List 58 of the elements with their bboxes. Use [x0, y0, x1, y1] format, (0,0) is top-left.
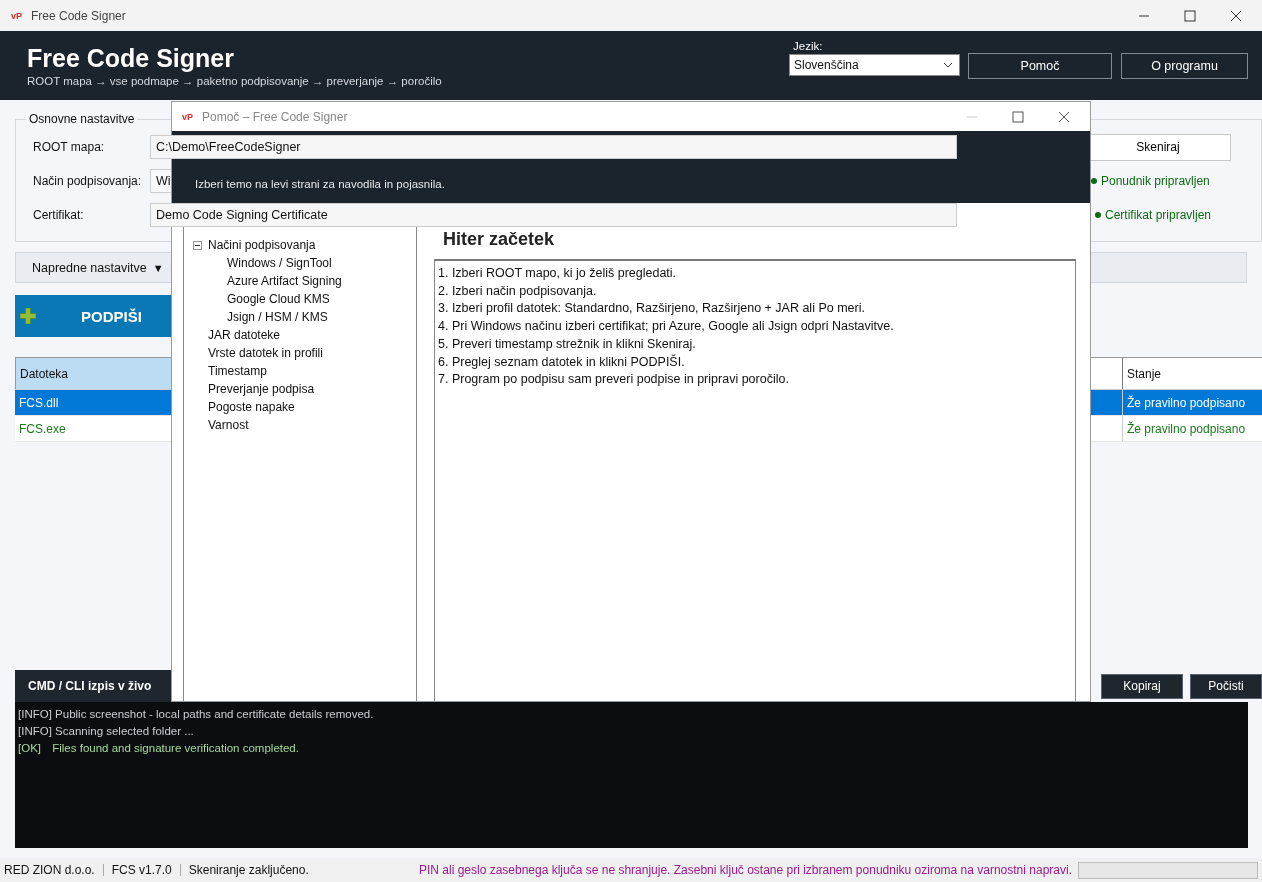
table-cell: Že pravilno podpisano	[1122, 416, 1262, 441]
app-logo: vP	[11, 10, 22, 21]
instruction-step: 5. Preveri timestamp strežnik in klikni Skeniraj.	[438, 335, 1072, 354]
field-label: Certifikat:	[33, 208, 85, 222]
status-text: Ponudnik pripravljen	[1101, 174, 1210, 188]
app-logo: vP	[182, 111, 193, 122]
log-tab[interactable]: CMD / CLI izpis v živo	[15, 670, 171, 702]
tree-item[interactable]: Timestamp	[208, 364, 267, 378]
instruction-step: 1. Izberi ROOT mapo, ki jo želiš pregledati.	[438, 265, 1072, 283]
language-label: Jezik:	[793, 40, 824, 52]
log-line: [INFO] Public screenshot - local paths and certificate details removed.	[18, 707, 375, 722]
close-icon[interactable]	[1058, 110, 1070, 123]
header-button[interactable]: Pomoč	[968, 53, 1112, 79]
tree-item[interactable]: Vrste datotek in profili	[208, 346, 323, 360]
tree-item[interactable]: Pogoste napake	[208, 400, 295, 414]
table-cell: Že pravilno podpisano	[1122, 390, 1262, 415]
app-title: Free Code Signer	[27, 43, 235, 73]
field-label: Način podpisovanja:	[33, 173, 143, 189]
table-cell-text: FCS.exe	[18, 420, 67, 438]
topic-heading: Hiter začetek	[443, 229, 556, 251]
instruction-step: 6. Preglej seznam datotek in klikni PODPIŠI.	[438, 353, 1072, 372]
status-text: FCS v1.7.0	[111, 863, 172, 877]
help-subtitle: Izberi temo na levi strani za navodila in pojasnila.	[194, 178, 445, 192]
certificate-field[interactable]: Demo Code Signing Certificate	[150, 203, 957, 227]
tree-item[interactable]: Windows / SignTool	[227, 256, 332, 270]
group-title: Osnovne nastavitve	[28, 112, 136, 126]
security-notice: PIN ali geslo zasebnega ključa se ne shranjuje. Zasebni ključ ostane pri izbranem ponudniku oziroma na varnostni napravi.	[418, 863, 1072, 877]
status-text: Skeniranje zaključeno.	[188, 863, 309, 877]
log-line: [OK] Files found and signature verification completed.	[18, 741, 300, 756]
header-button[interactable]: O programu	[1121, 53, 1248, 79]
tree-item[interactable]: Načini podpisovanja	[208, 238, 316, 252]
plus-icon	[20, 308, 36, 324]
tree-item[interactable]: Preverjanje podpisa	[208, 382, 315, 396]
log-line: [INFO] Scanning selected folder ...	[18, 724, 195, 739]
chevron-down-icon	[943, 62, 953, 68]
close-icon[interactable]	[1230, 9, 1242, 22]
column-header[interactable]: Datoteka	[15, 358, 171, 389]
status-text: RED ZION d.o.o.	[4, 863, 95, 877]
app-subtitle: ROOT mapa → vse podmape → paketno podpisovanje → preverjanje → poročilo	[27, 75, 443, 87]
instruction-step: 2. Izberi način podpisovanja.	[438, 282, 1072, 301]
instruction-step: 7. Program po podpisu sam preveri podpise in pripravi poročilo.	[438, 371, 1072, 389]
log-button[interactable]: Kopiraj	[1101, 673, 1183, 699]
root-folder-field[interactable]: C:\Demo\FreeCodeSigner	[150, 135, 957, 159]
tree-item[interactable]: Varnost	[208, 418, 249, 432]
maximize-icon[interactable]	[1012, 110, 1024, 123]
window-title: Free Code Signer	[31, 8, 126, 23]
field-label: ROOT mapa:	[33, 140, 106, 154]
language-dropdown[interactable]: Slovenščina	[789, 54, 960, 76]
status-text: Certifikat pripravljen	[1105, 208, 1212, 222]
window-title: Pomoč – Free Code Signer	[202, 109, 348, 124]
instruction-step: 3. Izberi profil datotek: Standardno, Razširjeno, Razširjeno + JAR ali Po meri.	[438, 300, 1072, 319]
instruction-step: 4. Pri Windows načinu izberi certifikat; pri Azure, Google ali Jsign odpri Nastavitve.	[438, 318, 1072, 336]
column-header[interactable]: Stanje	[1122, 358, 1262, 389]
table-cell-text: FCS.dll	[18, 394, 60, 412]
tree-item[interactable]: Azure Artifact Signing	[227, 274, 342, 288]
collapse-icon[interactable]	[193, 240, 202, 250]
maximize-icon[interactable]	[1184, 9, 1196, 22]
log-button[interactable]: Počisti	[1190, 673, 1262, 699]
